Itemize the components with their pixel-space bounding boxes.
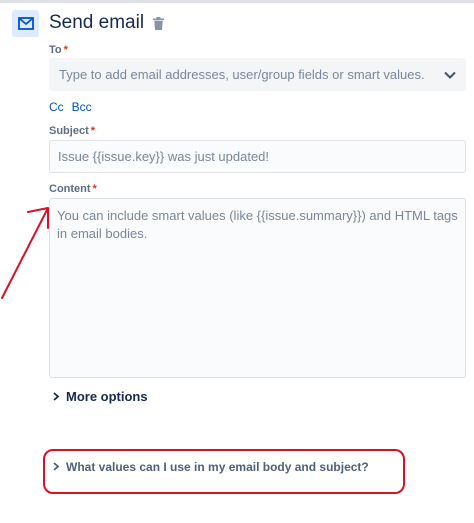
content-textarea[interactable]: You can include smart values (like {{iss… (49, 198, 466, 378)
required-mark: * (90, 125, 96, 137)
content-label: Content * (49, 183, 97, 195)
to-label-text: To (49, 44, 62, 56)
page-title: Send email (49, 12, 145, 33)
chevron-right-icon (52, 389, 66, 404)
more-options-label: More options (66, 389, 148, 404)
chevron-down-icon[interactable] (444, 67, 456, 82)
subject-placeholder: Issue {{issue.key}} was just updated! (58, 149, 270, 164)
content-label-text: Content (49, 183, 91, 195)
required-mark: * (92, 183, 97, 195)
mail-icon (12, 9, 39, 37)
more-options-toggle[interactable]: More options (52, 389, 148, 404)
annotation-highlight-box (43, 449, 405, 494)
subject-input[interactable]: Issue {{issue.key}} was just updated! (49, 140, 466, 173)
subject-label-text: Subject (49, 125, 89, 137)
content-placeholder: You can include smart values (like {{iss… (57, 208, 458, 241)
to-field[interactable]: Type to add email addresses, user/group … (49, 58, 466, 91)
recipient-links: Cc Bcc (49, 100, 100, 114)
to-label: To * (49, 44, 68, 56)
action-header: Send email (12, 3, 165, 43)
cc-link[interactable]: Cc (49, 100, 64, 114)
subject-label: Subject * (49, 125, 95, 137)
bcc-link[interactable]: Bcc (72, 100, 92, 114)
annotation-arrow (1, 207, 49, 299)
to-field-placeholder: Type to add email addresses, user/group … (59, 67, 425, 82)
required-mark: * (63, 44, 68, 56)
trash-icon[interactable] (153, 16, 165, 30)
